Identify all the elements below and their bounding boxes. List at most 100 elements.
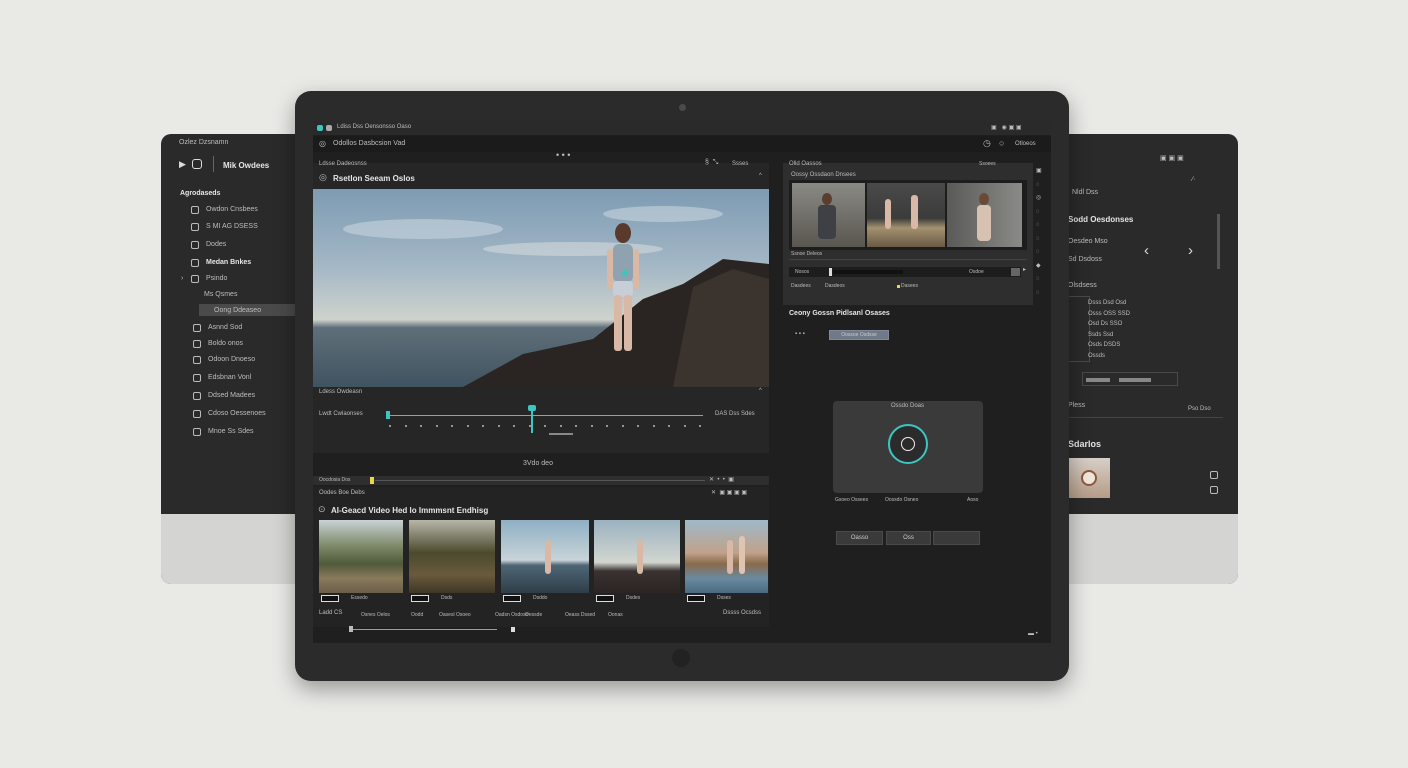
keyframe-dot[interactable] xyxy=(683,425,686,427)
keyframe-dot[interactable] xyxy=(451,425,453,427)
scrub-play-icon[interactable]: ▸ xyxy=(1023,266,1026,273)
keyframe-dot[interactable] xyxy=(637,425,639,427)
keyframe-dot[interactable] xyxy=(389,425,391,427)
preview-collapse-icon[interactable]: ^ xyxy=(759,388,762,394)
reference-frame-1[interactable] xyxy=(792,183,865,247)
footer-tab[interactable]: Osnes Oelos xyxy=(361,612,390,618)
scrub-end-button[interactable] xyxy=(1011,268,1020,276)
right-scrollbar[interactable] xyxy=(1217,214,1220,269)
clock-thumbnail[interactable] xyxy=(1068,458,1110,498)
scrub-knob[interactable] xyxy=(829,268,832,276)
footer-tab[interactable]: Oodd xyxy=(411,612,423,618)
clips-header-icons[interactable]: ✕ ▣ ▣ ▣ ▣ xyxy=(711,489,747,496)
timeline-marker[interactable] xyxy=(386,411,390,419)
footer-tab[interactable]: Oeass Dssed xyxy=(565,612,595,618)
timeline-track[interactable] xyxy=(387,415,703,416)
keyframe-dot[interactable] xyxy=(482,425,484,427)
chip-button[interactable]: Oossoe Osdsse xyxy=(829,330,889,340)
keyframe-dot[interactable] xyxy=(621,425,624,427)
action-button[interactable] xyxy=(933,531,980,545)
action-button[interactable]: Oss xyxy=(886,531,931,545)
preview-pin-icon[interactable]: ^ xyxy=(759,173,762,179)
keyframe-dot[interactable] xyxy=(544,425,546,427)
scrub-bar[interactable]: Nosos Osdoe xyxy=(789,267,1021,277)
sidebar-item-label[interactable]: Medan Bnkes xyxy=(206,259,251,266)
action-button[interactable]: Oasso xyxy=(836,531,883,545)
play-icon[interactable]: ▶ xyxy=(179,159,186,170)
clip-thumbnail[interactable] xyxy=(319,520,403,593)
right-list-item[interactable]: Osss OSS SSD xyxy=(1088,311,1130,317)
clips-ruler[interactable]: Oocdosia Dos ✕ • • ▣ xyxy=(313,476,769,485)
keyframe-dot[interactable] xyxy=(404,425,407,427)
clip-thumbnail[interactable] xyxy=(685,520,768,593)
sidebar-item-label[interactable]: Odoon Dnoeso xyxy=(208,356,255,363)
keyframe-dot[interactable] xyxy=(528,425,531,427)
chevron-right-icon[interactable]: › xyxy=(181,275,183,282)
keyframe-dot[interactable] xyxy=(652,425,655,427)
sidebar-item-label[interactable]: Ddsed Madees xyxy=(208,392,255,399)
side-tools[interactable]: ▣ ◌ ◎ ◌ ◌ ◌ ◌ ◆ ◌ ◌ xyxy=(1036,165,1046,300)
preview-header-icons[interactable]: § ⤡ xyxy=(705,159,722,167)
keyframe-dot[interactable] xyxy=(559,425,562,427)
status-dots: ▬ • xyxy=(1028,631,1038,637)
home-button[interactable] xyxy=(672,649,690,667)
reference-frame-3[interactable] xyxy=(947,183,1022,247)
sidebar-item-label[interactable]: Ms Qsmes xyxy=(204,291,237,298)
keyframe-dot[interactable] xyxy=(575,425,577,427)
wand-icon[interactable]: ∕· xyxy=(1192,176,1196,183)
record-icon[interactable] xyxy=(192,159,202,169)
window-buttons[interactable]: ▣ ▣ ▣ xyxy=(1160,154,1184,162)
settings-icon[interactable] xyxy=(1210,486,1218,494)
keyframe-dot[interactable] xyxy=(590,425,593,427)
right-list-item[interactable]: Ossds xyxy=(1088,353,1105,359)
footer-progress-knob[interactable] xyxy=(511,627,515,632)
sidebar-item-label[interactable]: Dodes xyxy=(206,241,226,248)
more-dots-icon[interactable]: • • • xyxy=(556,150,570,160)
dial-ring[interactable] xyxy=(888,424,928,464)
clip-thumbnail[interactable] xyxy=(409,520,495,593)
right-slider[interactable] xyxy=(1082,372,1178,386)
search-icon[interactable]: ○ xyxy=(999,138,1004,148)
sidebar-item-label[interactable]: Psindo xyxy=(206,275,227,282)
add-icon[interactable] xyxy=(1210,471,1218,479)
sidebar-item-label[interactable]: Cdoso Oessenoes xyxy=(208,410,266,417)
sidebar-item-label[interactable]: Owdon Cnsbees xyxy=(206,206,258,213)
keyframe-dot[interactable] xyxy=(420,425,422,427)
footer-tab[interactable]: Oasesl Osoeo xyxy=(439,612,471,618)
timeline-playhead-knob[interactable] xyxy=(528,405,536,411)
keyframe-dot[interactable] xyxy=(699,425,701,427)
keyframe-dot[interactable] xyxy=(466,425,469,427)
chip-icons[interactable]: ▪ ▪ ▪ xyxy=(795,331,805,337)
keyframe-dot[interactable] xyxy=(513,425,515,427)
keyframe-dot[interactable] xyxy=(668,425,670,427)
keyframe-dot[interactable] xyxy=(435,425,438,427)
chevron-right-icon[interactable]: › xyxy=(1188,242,1193,259)
footer-progress-start[interactable] xyxy=(349,626,353,632)
right-list-item[interactable]: Dsss Dsd Osd xyxy=(1088,300,1126,306)
clip-thumbnail[interactable] xyxy=(501,520,589,593)
sidebar-item-label[interactable]: Oong Ddeaseo xyxy=(214,307,261,314)
video-preview[interactable] xyxy=(313,189,769,387)
window-controls[interactable]: ▣ ◉ ▣ ▣ xyxy=(991,124,1022,131)
chevron-left-icon[interactable]: ‹ xyxy=(1144,242,1149,259)
clock-icon[interactable]: ◷ xyxy=(983,138,991,149)
footer-progress[interactable] xyxy=(351,629,497,630)
sidebar-icon xyxy=(191,275,199,283)
sidebar-item-label[interactable]: Mnoe Ss Sdes xyxy=(208,428,254,435)
clip-thumbnail[interactable] xyxy=(594,520,680,593)
footer-tab[interactable]: Oadsn Osdoso xyxy=(495,612,528,618)
right-list-item[interactable]: Osd Ds SSO xyxy=(1088,321,1122,327)
sidebar-item-label[interactable]: S MI AG DSESS xyxy=(206,223,258,230)
reference-frame-2[interactable] xyxy=(867,183,945,247)
right-list-item[interactable]: Osds DSDS xyxy=(1088,342,1120,348)
sidebar-item-label[interactable]: Boldo onos xyxy=(208,340,243,347)
ruler-marker[interactable] xyxy=(370,477,374,484)
ruler-controls[interactable]: ✕ • • ▣ xyxy=(709,476,734,483)
footer-tab[interactable]: Oessde xyxy=(525,612,542,618)
footer-tab[interactable]: Oonas xyxy=(608,612,623,618)
keyframe-dot[interactable] xyxy=(606,425,608,427)
right-list-item[interactable]: Ssds Ssd xyxy=(1088,332,1113,338)
keyframe-dot[interactable] xyxy=(497,425,500,427)
sidebar-item-label[interactable]: Asnnd Sod xyxy=(208,324,242,331)
sidebar-item-label[interactable]: Edsbnan Vonl xyxy=(208,374,251,381)
